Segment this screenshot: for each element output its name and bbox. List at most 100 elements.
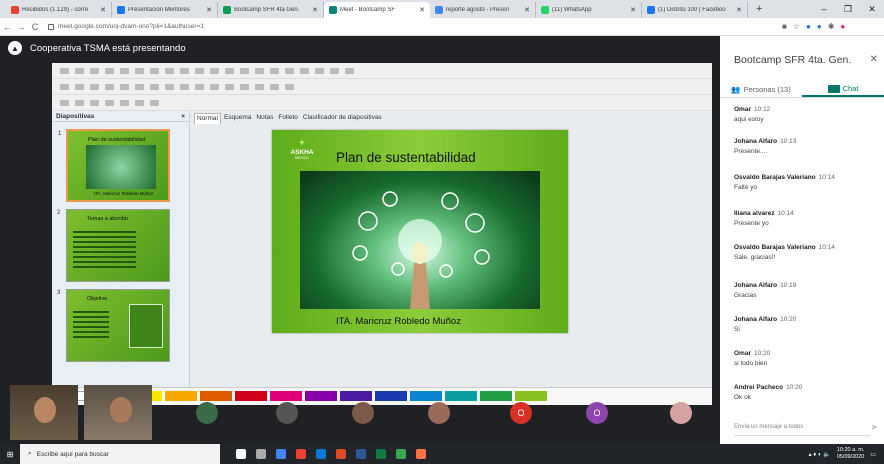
taskbar-app-icon[interactable] <box>296 449 306 459</box>
profile-avatar[interactable]: ● <box>840 22 845 31</box>
taskbar-app-icon[interactable] <box>256 449 266 459</box>
chat-message: Omar 10:12 aqui estoy <box>734 106 874 123</box>
message-time: 10:20 <box>786 384 803 391</box>
browser-tab[interactable]: reporte agosto - Presen ✕ <box>430 2 536 18</box>
close-icon[interactable]: ✕ <box>524 6 530 14</box>
author-name: Osvaldo Barajas Valeriano <box>734 244 816 251</box>
leaf-icon: ✦ <box>297 138 307 149</box>
taskbar-app-icon[interactable] <box>376 449 386 459</box>
message-text: aqui estoy <box>734 116 764 123</box>
url-text: meet.google.com/uoj-dvam-ono?pli=1&authu… <box>58 23 204 30</box>
message-author: Johana Alfaro 10:20 <box>734 316 874 323</box>
chat-input[interactable]: Envía un mensaje a todos <box>734 424 870 436</box>
slide-number: 1 <box>58 131 62 137</box>
camera-icon[interactable]: ■ <box>782 22 787 31</box>
message-text: Presente yo <box>734 220 769 227</box>
view-tab[interactable]: Notas <box>254 113 276 124</box>
author-name: Johana Alfaro <box>734 282 778 289</box>
view-tabs: Normal Esquema Notas Folleto Clasificador de… <box>194 113 384 124</box>
shared-screen: Diapositivas × 1 Plan de sustentabilidad… <box>52 63 712 405</box>
clock-date: 05/09/2020 <box>836 454 865 460</box>
slide-thumbnail-3[interactable]: 3 Objetivo <box>57 289 170 362</box>
taskbar-app-icon[interactable] <box>396 449 406 459</box>
search-placeholder: Escribe aquí para buscar <box>36 450 109 458</box>
author-name: Johana Alfaro <box>734 138 778 145</box>
close-icon[interactable]: ✕ <box>736 6 742 14</box>
slide-number: 2 <box>57 210 61 216</box>
browser-tab-strip: Recibidos (1.129) - corre ✕ Presentación M… <box>0 0 884 18</box>
send-icon[interactable]: ➤ <box>870 422 878 433</box>
tab-title: (1) Distrito 100 | Faceboo <box>658 7 726 13</box>
forward-arrow-icon[interactable]: → <box>14 22 28 32</box>
meeting-title: Bootcamp SFR 4ta. Gen. <box>734 54 852 66</box>
view-tab[interactable]: Esquema <box>221 113 254 124</box>
browser-tab[interactable]: Bootcamp SFR 4ta Gen. ✕ <box>218 2 324 18</box>
taskbar-app-icon[interactable] <box>336 449 346 459</box>
maximize-button[interactable]: ❐ <box>836 4 860 15</box>
thumbnail-title: Temas a abordar <box>87 216 129 222</box>
participant-video <box>10 385 78 440</box>
favicon-icon <box>223 6 231 14</box>
browser-tab[interactable]: (11) WhatsApp ✕ <box>536 2 642 18</box>
impress-workspace: Diapositivas × 1 Plan de sustentabilidad… <box>52 111 712 405</box>
taskbar-app-icon[interactable] <box>356 449 366 459</box>
close-icon[interactable]: ✕ <box>312 6 318 14</box>
view-tab[interactable]: Folleto <box>276 113 300 124</box>
close-icon[interactable]: × <box>181 113 185 120</box>
extension-icon[interactable]: ● <box>817 22 822 31</box>
slide-thumbnail-2[interactable]: 2 Temas a abordar <box>57 209 170 282</box>
taskbar-search[interactable]: ⌕ Escribe aquí para buscar <box>20 444 220 464</box>
browser-tab[interactable]: Meet - Bootcamp SF ✕ <box>324 2 430 18</box>
taskbar-app-icon[interactable] <box>416 449 426 459</box>
close-icon[interactable]: ✕ <box>100 6 106 14</box>
close-panel-icon[interactable]: ✕ <box>870 54 878 65</box>
favicon-icon <box>647 6 655 14</box>
message-author: Omar 10:20 <box>734 350 874 357</box>
close-icon[interactable]: ✕ <box>419 6 425 14</box>
favicon-icon <box>117 6 125 14</box>
message-time: 10:20 <box>753 350 771 357</box>
windows-start-icon[interactable]: ⊞ <box>0 450 20 459</box>
new-tab-button[interactable]: + <box>748 3 770 15</box>
message-time: 10:20 <box>780 316 797 323</box>
browser-tab[interactable]: Recibidos (1.129) - corre ✕ <box>6 2 112 18</box>
notifications-icon[interactable]: ▭ <box>870 451 876 458</box>
close-icon[interactable]: ✕ <box>630 6 636 14</box>
thumbnail-image <box>86 145 156 189</box>
thumbnail-caption: ITA. Maricruz Robledo Muñoz <box>94 191 154 196</box>
view-tab[interactable]: Clasificador de diapositivas <box>300 113 384 124</box>
close-icon[interactable]: ✕ <box>206 6 212 14</box>
tab-title: (11) WhatsApp <box>552 7 592 13</box>
chat-message: Johana Alfaro 10:13 Presente.... <box>734 138 874 155</box>
minimize-button[interactable]: – <box>812 4 836 14</box>
message-text: Ok ok <box>734 394 751 401</box>
message-time: 10:14 <box>818 174 835 181</box>
message-time: 10:14 <box>777 210 794 217</box>
puzzle-icon[interactable]: ✱ <box>828 22 835 31</box>
taskbar-app-icon[interactable] <box>316 449 326 459</box>
extension-icon[interactable]: ● <box>806 22 811 31</box>
taskbar-app-icon[interactable] <box>236 449 246 459</box>
logo-name: ASKHA <box>290 149 314 156</box>
system-tray: ▴ ♦ ◐ 🔈 10:20 a. m. 05/09/2020 ▭ <box>809 447 884 461</box>
star-icon[interactable]: ☆ <box>793 22 800 31</box>
clock[interactable]: 10:20 a. m. 05/09/2020 <box>837 447 865 461</box>
slides-panel-header: Diapositivas × <box>52 111 189 122</box>
taskbar-app-icon[interactable] <box>276 449 286 459</box>
url-field[interactable]: meet.google.com/uoj-dvam-ono?pli=1&authu… <box>48 20 768 34</box>
thumbnail-box <box>129 304 163 348</box>
browser-tab[interactable]: (1) Distrito 100 | Faceboo ✕ <box>642 2 748 18</box>
tray-icons[interactable]: ▴ ♦ ◐ 🔈 <box>809 451 831 458</box>
reload-icon[interactable]: C <box>28 22 42 32</box>
message-text: Sale, gracias!! <box>734 254 776 261</box>
back-arrow-icon[interactable]: ← <box>0 22 14 32</box>
people-icon: 👥 <box>731 85 741 94</box>
browser-tab[interactable]: Presentación Mentores ✕ <box>112 2 218 18</box>
chat-message: Johana Alfaro 10:19 Gracias <box>734 282 874 299</box>
tab-chat[interactable]: Chat <box>802 82 884 97</box>
close-window-button[interactable]: ✕ <box>860 4 884 15</box>
current-slide[interactable]: ✦ ASKHA MEXICO Plan de sustentabilidad I… <box>272 130 568 333</box>
slide-thumbnail-1[interactable]: 1 Plan de sustentabilidad ITA. Maricruz … <box>58 129 170 202</box>
tab-people[interactable]: 👥 Personas (13) <box>720 82 802 97</box>
view-tab[interactable]: Normal <box>194 113 221 124</box>
